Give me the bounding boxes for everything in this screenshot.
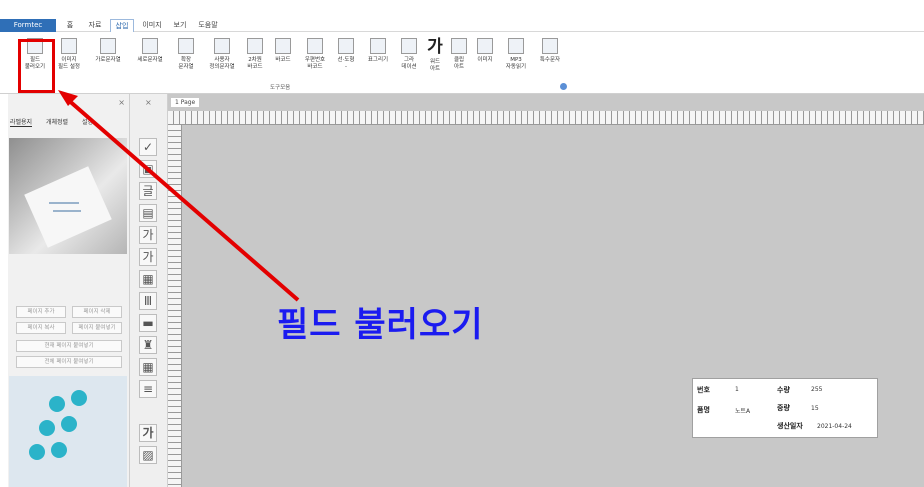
annotation-arrow <box>58 90 300 302</box>
arrow-line <box>64 96 300 302</box>
annotation-text: 필드 불러오기 <box>277 305 484 345</box>
